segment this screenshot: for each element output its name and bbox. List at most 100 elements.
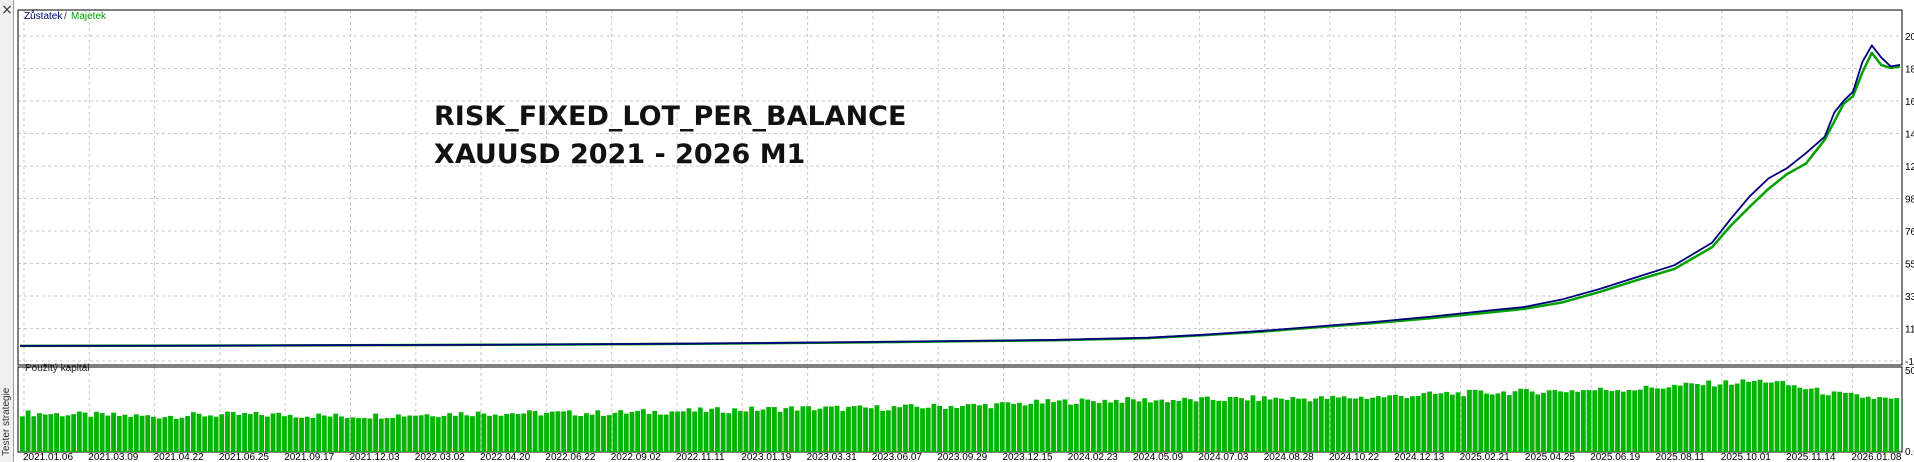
margin-bar — [1136, 401, 1142, 452]
margin-bar — [1803, 389, 1808, 452]
margin-bar — [1142, 398, 1148, 452]
margin-bar — [1307, 401, 1313, 452]
margin-bar — [1495, 393, 1501, 452]
margin-bar — [1279, 398, 1284, 452]
margin-bar — [1176, 400, 1182, 452]
margin-bar — [646, 413, 652, 452]
margin-bar — [1364, 398, 1370, 452]
margin-bar — [1677, 385, 1683, 452]
margin-bar — [1763, 382, 1769, 452]
margin-bar — [88, 416, 94, 452]
margin-bar — [327, 416, 333, 452]
margin-bar — [1489, 394, 1495, 452]
margin-bar — [1746, 381, 1751, 452]
x-tick-label: 2021.03.09 — [88, 452, 138, 462]
margin-bar — [1005, 402, 1011, 452]
margin-bar — [492, 414, 498, 452]
margin-bar — [743, 411, 749, 452]
margin-bar — [396, 414, 401, 452]
margin-bar — [1506, 395, 1512, 452]
main-panel-frame — [17, 9, 1903, 366]
margin-bar — [1797, 387, 1803, 452]
margin-y-tick-label: 0.0% — [1905, 447, 1914, 458]
margin-bar — [1387, 395, 1393, 452]
margin-bar — [475, 411, 481, 452]
margin-bar — [623, 413, 629, 452]
margin-bar — [339, 416, 344, 452]
margin-bar — [1210, 399, 1216, 452]
margin-bar — [1073, 403, 1079, 452]
margin-bar — [515, 414, 521, 452]
margin-bar — [1056, 400, 1062, 452]
margin-bar — [1239, 398, 1244, 452]
margin-bar — [561, 411, 567, 452]
margin-bar — [333, 413, 339, 452]
margin-bar — [1318, 396, 1324, 452]
margin-bar — [908, 404, 914, 452]
x-tick-label: 2023.06.07 — [872, 452, 922, 462]
margin-bar — [1774, 381, 1780, 452]
margin-bar — [732, 408, 737, 452]
margin-bar — [133, 414, 139, 452]
margin-bar — [253, 411, 259, 452]
margin-bar — [1108, 402, 1113, 452]
margin-bar — [373, 413, 379, 452]
margin-bar — [1837, 391, 1843, 452]
margin-bar — [692, 411, 698, 452]
margin-bar — [1786, 385, 1791, 452]
grid-lines — [18, 10, 1902, 452]
margin-bar — [760, 409, 766, 452]
margin-bar — [270, 413, 276, 452]
margin-bar — [931, 403, 937, 452]
x-tick-label: 2025.11.14 — [1786, 452, 1836, 462]
margin-bar — [1187, 399, 1193, 452]
margin-bar — [470, 416, 475, 452]
margin-bar — [1381, 397, 1387, 452]
margin-bar — [116, 415, 122, 452]
margin-bar — [1655, 388, 1660, 452]
margin-bar — [1273, 397, 1279, 452]
margin-bar — [1165, 402, 1170, 452]
margin-bar — [1535, 394, 1541, 452]
margin-bar — [1455, 392, 1461, 452]
margin-bar — [1563, 392, 1569, 452]
margin-bar — [390, 417, 396, 452]
margin-bar — [1689, 383, 1695, 452]
margin-bar — [1524, 388, 1529, 452]
margin-bar — [1222, 401, 1227, 452]
x-tick-label: 2022.03.02 — [415, 452, 465, 462]
margin-bar — [37, 413, 42, 452]
margin-bar — [59, 416, 65, 452]
margin-bar — [1865, 396, 1871, 452]
margin-bar — [54, 413, 59, 452]
margin-bar — [1700, 385, 1706, 452]
margin-bar — [401, 416, 407, 452]
margin-bar — [1717, 384, 1723, 452]
margin-bar — [897, 407, 903, 452]
margin-bar — [1170, 400, 1176, 452]
margin-bar — [1204, 396, 1210, 452]
x-tick-label: 2021.12.03 — [350, 452, 400, 462]
x-tick-label: 2026.01.08 — [1851, 452, 1901, 462]
margin-bar — [766, 406, 772, 452]
margin-bar — [863, 407, 868, 452]
margin-bar — [1751, 380, 1757, 452]
margin-bar — [1404, 398, 1410, 452]
margin-bar — [1148, 402, 1153, 452]
margin-bar — [1375, 396, 1381, 452]
margin-bar — [509, 413, 515, 452]
margin-bar — [1113, 399, 1119, 452]
margin-panel-title: Použitý kapitál — [25, 363, 89, 374]
margin-bar — [1825, 395, 1831, 452]
margin-bar — [1694, 383, 1700, 452]
margin-bar — [697, 407, 703, 452]
margin-bar — [1632, 390, 1638, 452]
margin-bar — [1199, 397, 1205, 452]
margin-bar — [1660, 388, 1666, 452]
margin-bar — [1261, 396, 1267, 452]
margin-bar — [1643, 385, 1649, 452]
margin-bar — [1233, 396, 1239, 452]
x-axis-labels: 2021.01.06 2021.03.09 2021.04.22 2021.06.25… — [23, 452, 1902, 462]
margin-bar — [749, 406, 755, 452]
margin-bar — [1529, 391, 1535, 452]
